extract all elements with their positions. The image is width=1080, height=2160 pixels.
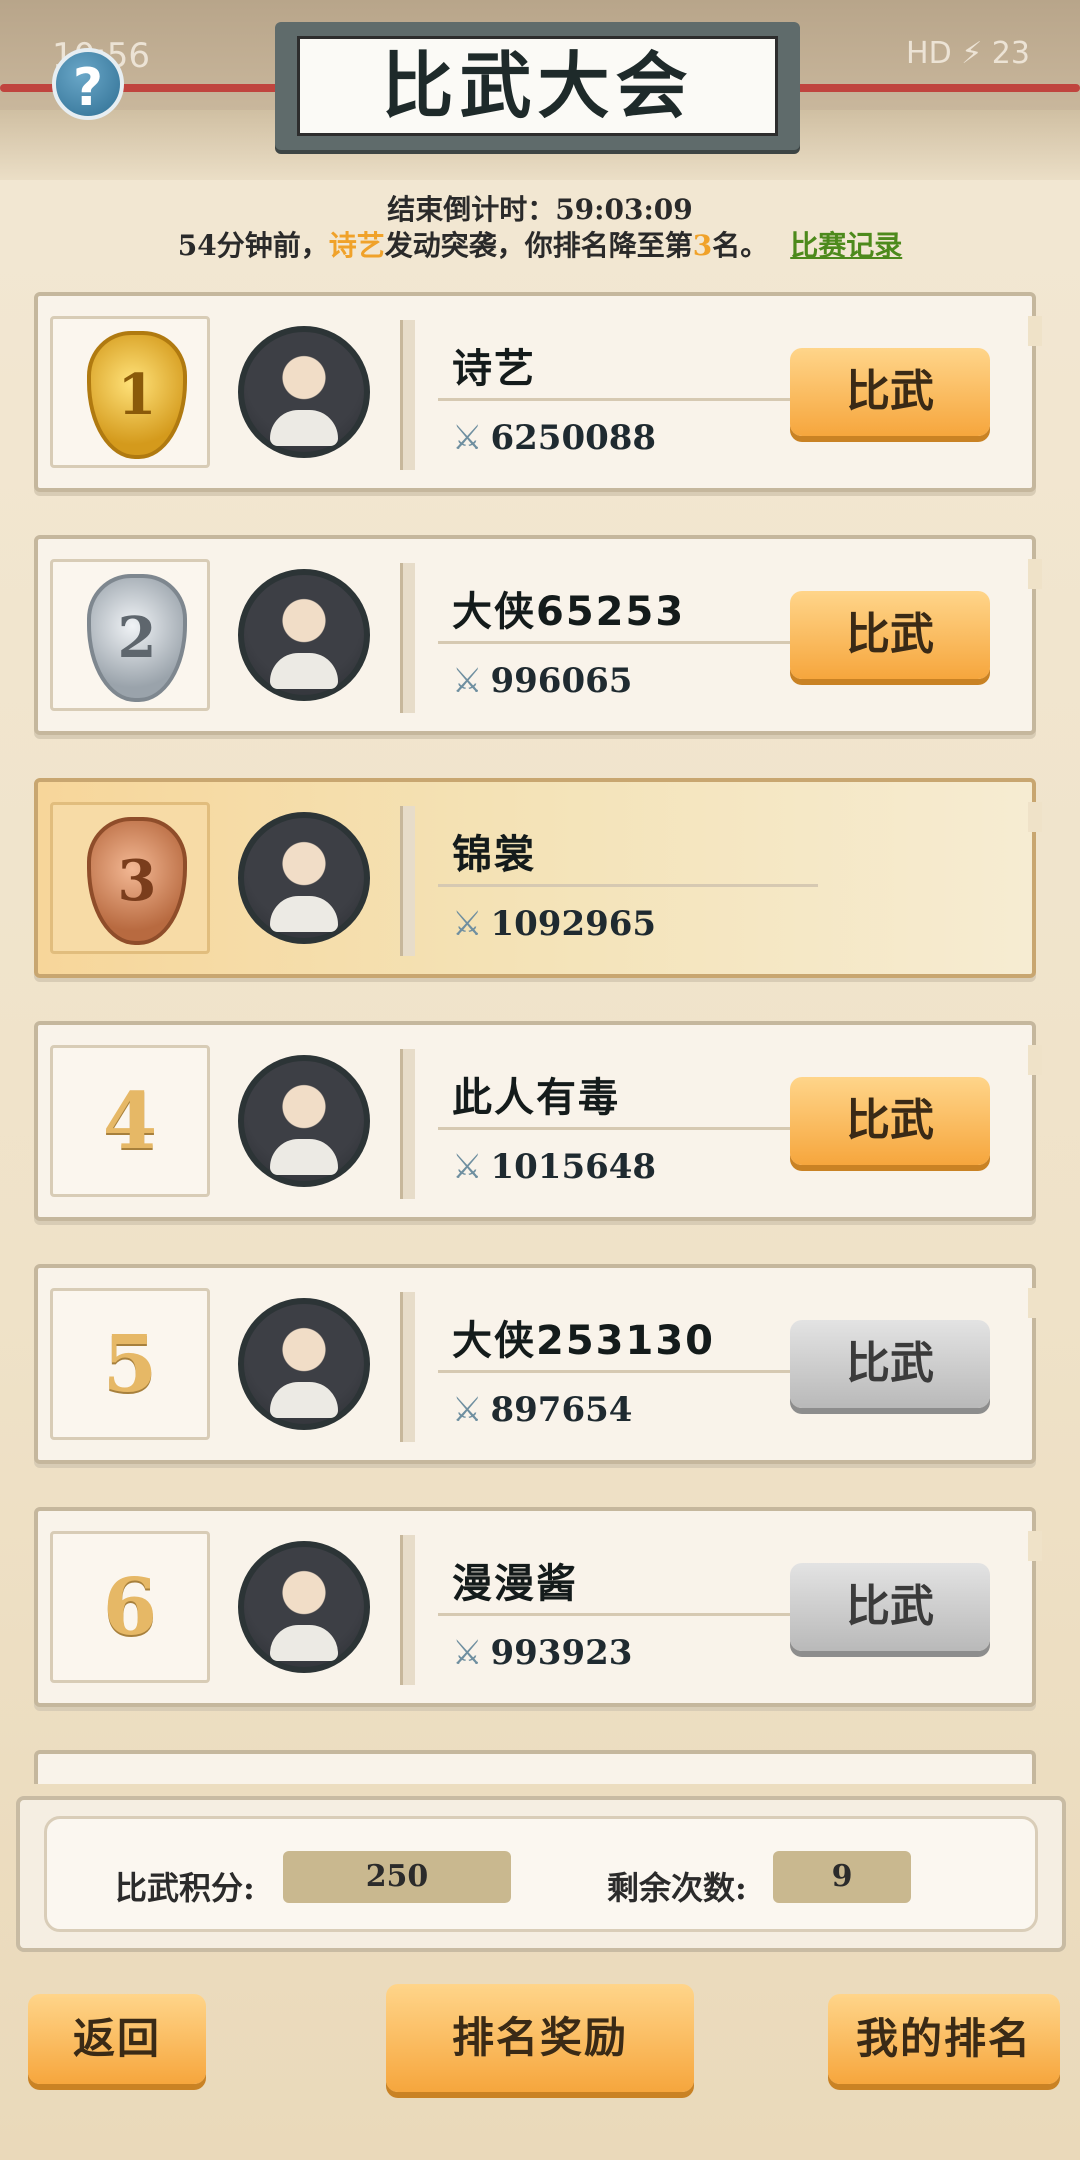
fight-button[interactable]: 比武 <box>790 591 990 679</box>
card-notch <box>1028 802 1042 832</box>
fight-button[interactable]: 比武 <box>790 348 990 436</box>
notice-rank: 3 <box>692 229 713 262</box>
notice-middle: 发动突袭，你排名降至第 <box>384 229 693 262</box>
player-name: 漫漫酱 <box>452 1561 578 1607</box>
name-underline <box>438 398 818 401</box>
notice-suffix: 名。 <box>712 229 769 262</box>
rope-right <box>790 84 1080 92</box>
rank-card-self: 3 锦裳 ⚔ 1092965 <box>34 778 1042 978</box>
rank-card: 2 大侠65253 ⚔ 996065 比武 <box>34 535 1042 735</box>
gold-medal-icon: 1 <box>87 331 187 459</box>
crossed-swords-icon: ⚔ <box>452 661 483 701</box>
notice-attacker: 诗艺 <box>328 229 385 262</box>
avatar <box>238 812 370 944</box>
countdown-timer: 结束倒计时：59:03:09 <box>387 193 693 226</box>
rank-number: 6 <box>102 1562 158 1653</box>
rank-badge-box: 1 <box>50 316 210 468</box>
card-divider <box>400 1049 415 1199</box>
player-power: ⚔ 1015648 <box>452 1147 656 1187</box>
name-underline <box>438 1127 818 1130</box>
card-divider <box>400 806 415 956</box>
player-name: 大侠253130 <box>452 1318 715 1364</box>
crossed-swords-icon: ⚔ <box>452 1390 483 1430</box>
card-notch <box>1028 1045 1042 1075</box>
rope-left <box>0 84 290 92</box>
stats-panel: 比武积分: 250 剩余次数: 9 <box>16 1796 1066 1952</box>
card-divider <box>400 1535 415 1685</box>
remaining-value: 9 <box>773 1851 911 1903</box>
power-value: 993923 <box>490 1633 633 1673</box>
match-record-link[interactable]: 比赛记录 <box>790 229 902 262</box>
rank-card: 4 此人有毒 ⚔ 1015648 比武 <box>34 1021 1042 1221</box>
name-underline <box>438 641 818 644</box>
avatar <box>238 1298 370 1430</box>
notice-prefix: 54分钟前， <box>177 229 329 262</box>
crossed-swords-icon: ⚔ <box>452 904 483 944</box>
help-icon[interactable]: ? <box>52 48 124 120</box>
player-name: 此人有毒 <box>452 1075 620 1121</box>
rank-card: 1 诗艺 ⚔ 6250088 比武 <box>34 292 1042 492</box>
back-button[interactable]: 返回 <box>28 1994 206 2084</box>
card-divider <box>400 320 415 470</box>
rank-card-partial <box>34 1750 1036 1784</box>
player-power: ⚔ 1092965 <box>452 904 656 944</box>
rank-card: 6 漫漫酱 ⚔ 993923 比武 <box>34 1507 1042 1707</box>
card-divider <box>400 563 415 713</box>
power-value: 996065 <box>490 661 633 701</box>
card-notch <box>1028 1531 1042 1561</box>
rank-badge-box: 5 <box>50 1288 210 1440</box>
score-label: 比武积分: <box>115 1869 255 1907</box>
rank-badge-box: 2 <box>50 559 210 711</box>
notice-line: 54分钟前，诗艺发动突袭，你排名降至第3名。 比赛记录 <box>0 224 1080 264</box>
score-value: 250 <box>283 1851 511 1903</box>
status-indicators: HD ⚡ 23 <box>906 36 1030 71</box>
rank-card: 5 大侠253130 ⚔ 897654 比武 <box>34 1264 1042 1464</box>
player-name: 大侠65253 <box>452 589 686 635</box>
my-rank-button[interactable]: 我的排名 <box>828 1994 1060 2084</box>
name-underline <box>438 1370 818 1373</box>
rank-badge-box: 3 <box>50 802 210 954</box>
title-plaque: 比武大会 <box>275 22 800 150</box>
silver-medal-icon: 2 <box>87 574 187 702</box>
player-power: ⚔ 897654 <box>452 1390 632 1430</box>
power-value: 1092965 <box>490 904 657 944</box>
avatar <box>238 1541 370 1673</box>
rank-reward-button[interactable]: 排名奖励 <box>386 1984 694 2092</box>
avatar <box>238 326 370 458</box>
player-name: 锦裳 <box>452 832 536 878</box>
card-notch <box>1028 316 1042 346</box>
card-divider <box>400 1292 415 1442</box>
bronze-medal-icon: 3 <box>87 817 187 945</box>
player-power: ⚔ 993923 <box>452 1633 632 1673</box>
card-notch <box>1028 1288 1042 1318</box>
name-underline <box>438 884 818 887</box>
remaining-label: 剩余次数: <box>607 1869 747 1907</box>
name-underline <box>438 1613 818 1616</box>
fight-button[interactable]: 比武 <box>790 1077 990 1165</box>
power-value: 6250088 <box>490 418 657 458</box>
power-value: 897654 <box>490 1390 633 1430</box>
rank-badge-box: 6 <box>50 1531 210 1683</box>
power-value: 1015648 <box>490 1147 657 1187</box>
rank-number: 5 <box>102 1319 158 1410</box>
player-name: 诗艺 <box>452 346 536 392</box>
fight-button-disabled[interactable]: 比武 <box>790 1563 990 1651</box>
avatar <box>238 569 370 701</box>
card-notch <box>1028 559 1042 589</box>
player-power: ⚔ 6250088 <box>452 418 656 458</box>
rank-badge-box: 4 <box>50 1045 210 1197</box>
crossed-swords-icon: ⚔ <box>452 418 483 458</box>
avatar <box>238 1055 370 1187</box>
fight-button-disabled[interactable]: 比武 <box>790 1320 990 1408</box>
rank-number: 4 <box>102 1076 158 1167</box>
stats-panel-inner: 比武积分: 250 剩余次数: 9 <box>44 1816 1038 1932</box>
crossed-swords-icon: ⚔ <box>452 1633 483 1673</box>
crossed-swords-icon: ⚔ <box>452 1147 483 1187</box>
player-power: ⚔ 996065 <box>452 661 632 701</box>
page-title: 比武大会 <box>297 36 778 136</box>
